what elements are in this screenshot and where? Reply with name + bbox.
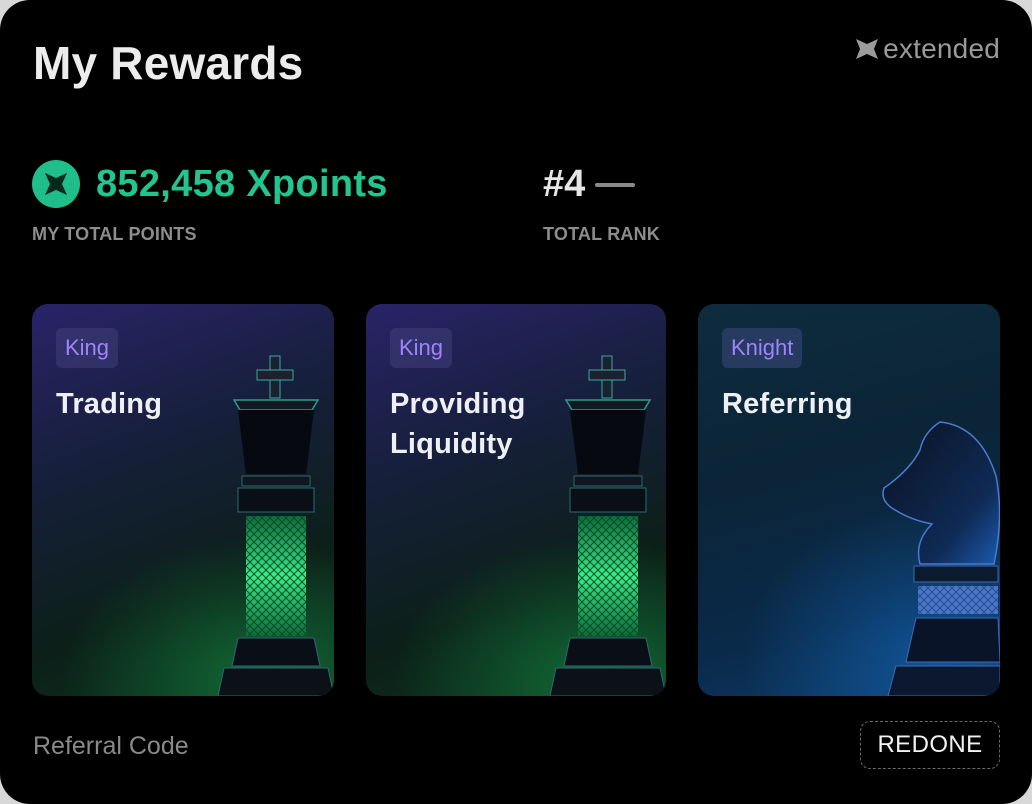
king-chess-piece-icon	[217, 355, 334, 696]
tile-title: Trading	[56, 388, 163, 420]
king-chess-piece-icon	[549, 355, 666, 696]
reward-tile-providing-liquidity[interactable]: King Providing Liquidity	[366, 304, 666, 696]
tier-badge: Knight	[722, 328, 803, 368]
tile-title: Providing Liquidity	[390, 388, 526, 460]
rewards-card: My Rewards extended 852,458 Xpoints MY T…	[0, 0, 1032, 804]
reward-tile-trading[interactable]: King Trading	[32, 304, 334, 696]
total-points-value: 852,458 Xpoints	[96, 162, 388, 205]
total-rank-stat: #4 TOTAL RANK	[543, 160, 660, 245]
referral-code-label: Referral Code	[33, 732, 189, 760]
total-rank-label: TOTAL RANK	[543, 224, 660, 244]
tier-badge: King	[56, 328, 119, 368]
xpoints-icon	[32, 160, 80, 208]
brand-name: extended	[883, 33, 1000, 64]
tile-title: Referring	[722, 388, 853, 420]
total-rank-value: #4	[543, 162, 586, 205]
brand-logo: extended	[855, 33, 1000, 65]
reward-tile-referring[interactable]: Knight Referring	[698, 304, 1000, 696]
knight-chess-piece-icon	[882, 421, 1000, 696]
tier-badge: King	[390, 328, 453, 368]
total-points-label: MY TOTAL POINTS	[32, 224, 197, 244]
extended-logo-icon	[856, 39, 879, 59]
page-title: My Rewards	[33, 37, 304, 89]
rank-change-dash-icon	[595, 183, 636, 187]
referral-code-button[interactable]: REDONE	[860, 721, 1000, 769]
total-points-stat: 852,458 Xpoints MY TOTAL POINTS	[32, 160, 388, 245]
